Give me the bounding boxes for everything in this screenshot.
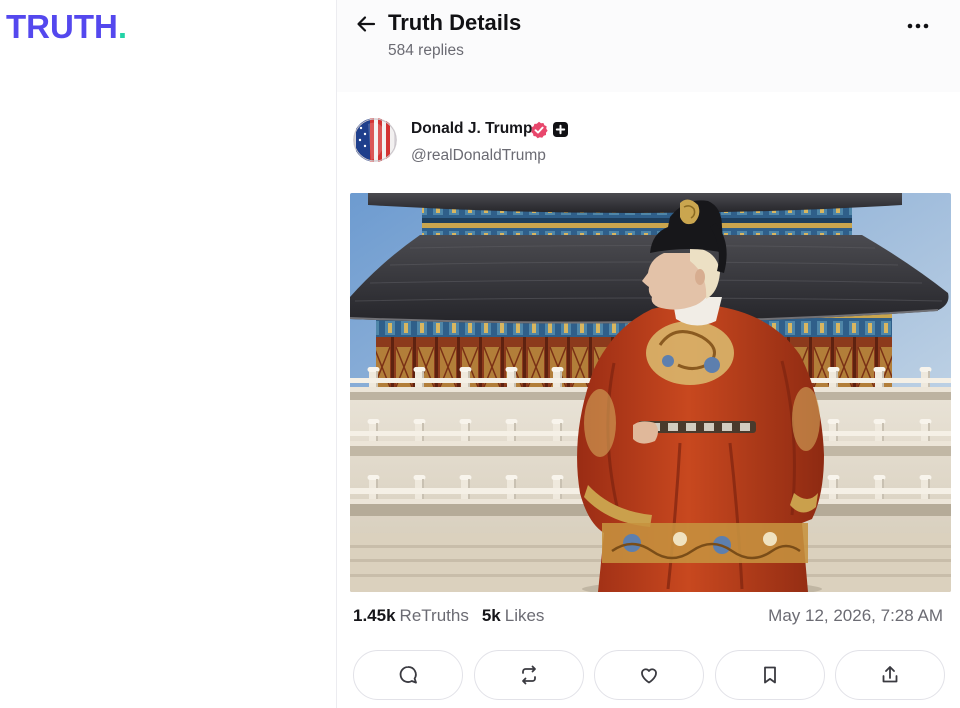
post-actions [353,650,945,700]
page-title: Truth Details [388,10,522,35]
reply-button[interactable] [353,650,463,700]
author-name[interactable]: Donald J. Trump [411,119,532,139]
truth-plus-badge-icon [553,122,568,137]
post-image[interactable] [350,193,951,592]
reply-count: 584 replies [388,42,464,59]
share-icon [882,666,898,683]
likes-label: Likes [504,606,545,625]
truth-logo[interactable]: TRUTH. [6,10,127,43]
likes-stat[interactable]: 5k Likes [482,605,545,627]
retruths-label: ReTruths [399,606,469,625]
bookmark-button[interactable] [714,650,825,700]
author-handle: @realDonaldTrump [411,147,546,164]
post-stats: 1.45k ReTruths 5k Likes [353,605,544,627]
reply-icon [399,666,417,684]
logo-dot: . [117,8,127,45]
retruth-icon [521,665,536,685]
more-options-icon[interactable] [904,18,932,34]
likes-count: 5k [481,606,501,625]
retruths-count: 1.45k [353,606,396,625]
verified-badge-icon [531,121,548,139]
back-arrow-icon[interactable] [355,13,377,35]
like-button[interactable] [594,650,704,700]
share-button[interactable] [835,650,945,700]
post-timestamp: May 12, 2026, 7:28 AM [768,606,943,625]
logo-text: TRUTH [6,8,118,45]
avatar[interactable] [353,118,397,162]
bookmark-icon [763,666,776,684]
retruth-button[interactable] [473,650,584,700]
retruths-stat[interactable]: 1.45k ReTruths [353,605,469,627]
left-sidebar: TRUTH. [0,0,336,708]
heart-icon [641,668,657,684]
